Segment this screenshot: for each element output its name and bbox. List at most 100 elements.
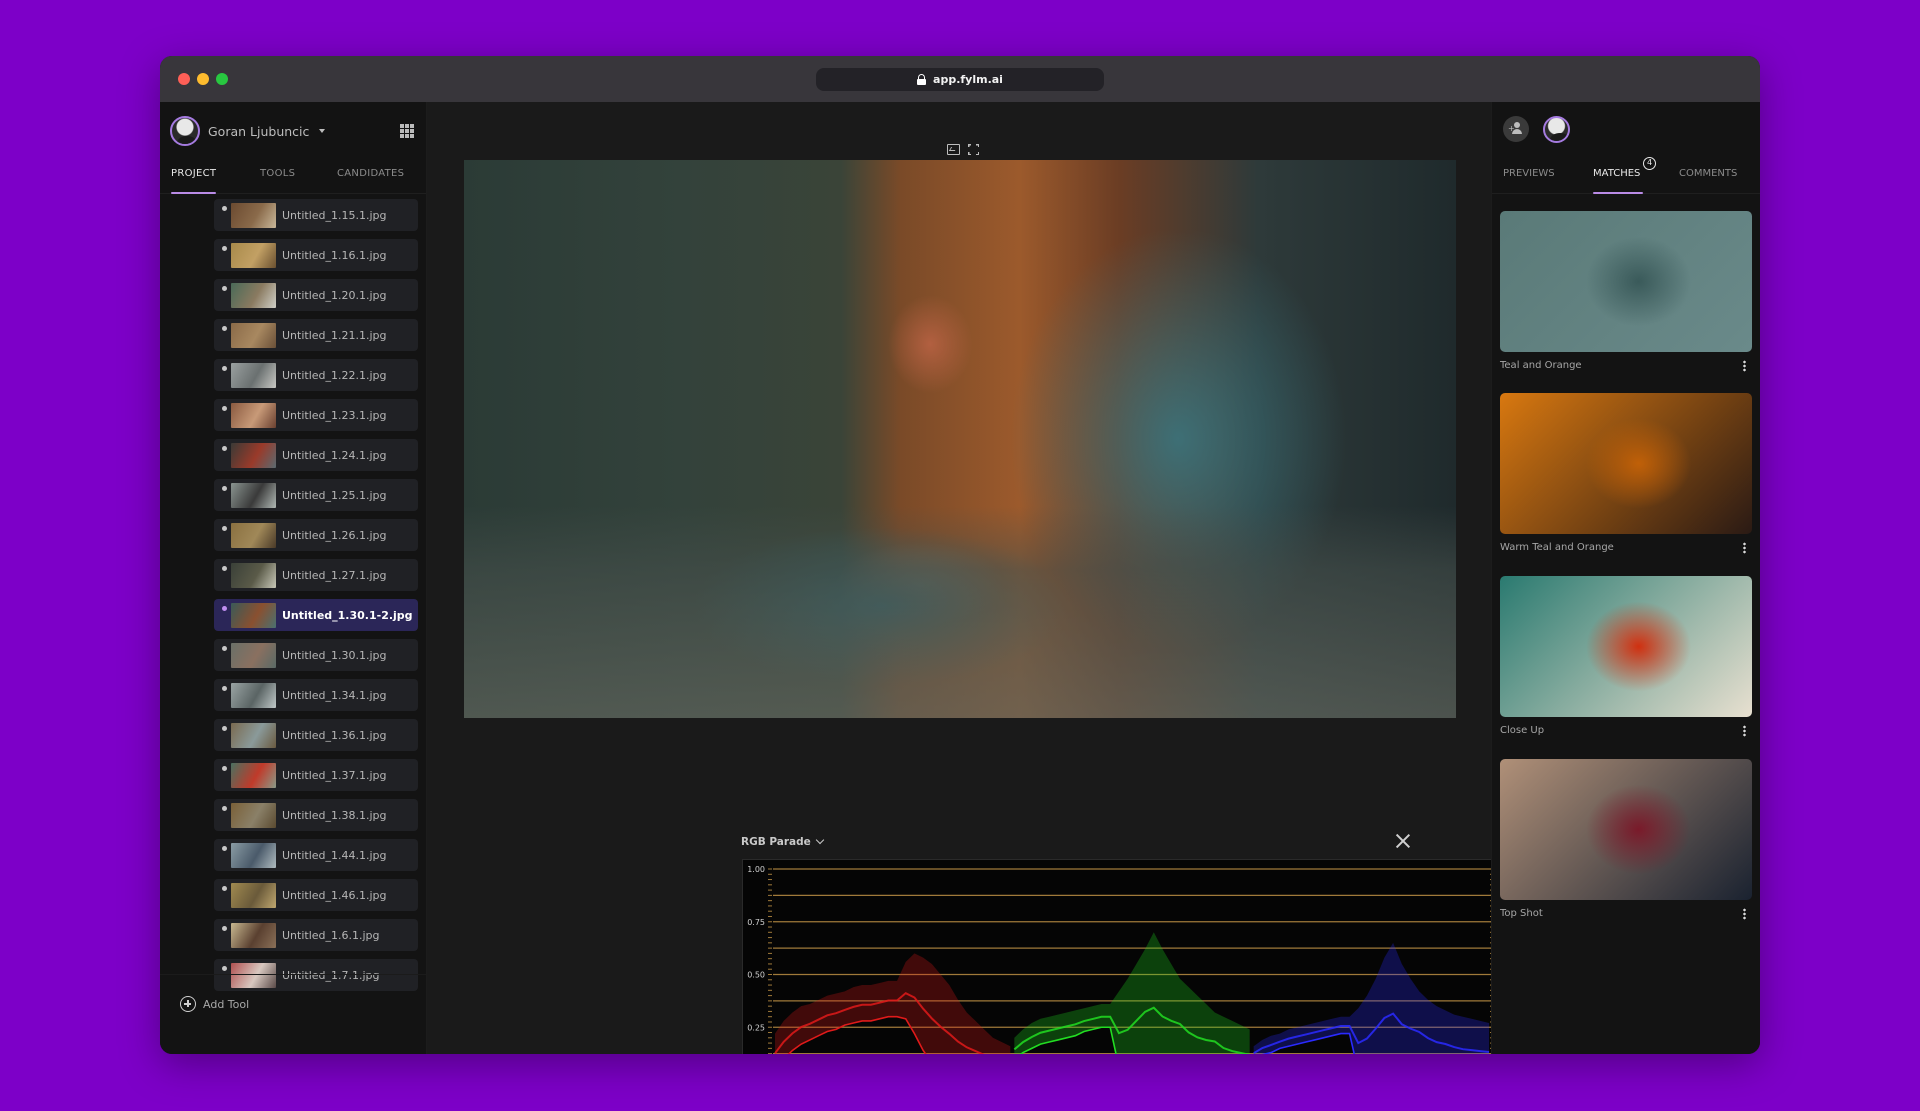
match-meta: Top Shot: [1500, 900, 1752, 926]
tab-matches[interactable]: MATCHES 4: [1593, 157, 1656, 194]
status-dot-icon: [222, 486, 227, 491]
file-thumbnail: [231, 723, 276, 748]
file-name: Untitled_1.46.1.jpg: [282, 888, 387, 902]
match-label: Warm Teal and Orange: [1500, 542, 1614, 553]
more-options-icon[interactable]: [1743, 360, 1746, 372]
user-name: Goran Ljubuncic: [208, 123, 310, 139]
match-meta: Close Up: [1500, 717, 1752, 743]
file-list-item[interactable]: Untitled_1.15.1.jpg: [214, 199, 418, 231]
add-tool-button[interactable]: Add Tool: [180, 996, 249, 1012]
rgb-parade-graph: 1.000.750.500.250.00: [747, 865, 1494, 1054]
file-list-item[interactable]: Untitled_1.22.1.jpg: [214, 359, 418, 391]
file-list-item[interactable]: Untitled_1.46.1.jpg: [214, 879, 418, 911]
match-card: Top Shot: [1500, 759, 1752, 926]
fit-to-screen-icon[interactable]: [947, 144, 960, 155]
status-dot-icon: [222, 446, 227, 451]
collaborator-avatar[interactable]: [1543, 116, 1570, 143]
file-thumbnail: [231, 403, 276, 428]
file-thumbnail: [231, 803, 276, 828]
status-dot-icon: [222, 966, 227, 971]
tab-previews[interactable]: PREVIEWS: [1503, 164, 1555, 194]
status-dot-icon: [222, 326, 227, 331]
more-options-icon[interactable]: [1743, 542, 1746, 554]
file-list-item[interactable]: Untitled_1.23.1.jpg: [214, 399, 418, 431]
add-user-button[interactable]: +: [1503, 116, 1529, 142]
file-list-item[interactable]: Untitled_1.37.1.jpg: [214, 759, 418, 791]
file-list[interactable]: Untitled_1.15.1.jpg Untitled_1.16.1.jpg Un…: [214, 199, 418, 995]
file-name: Untitled_1.30.1.jpg: [282, 648, 387, 662]
scope-selector[interactable]: RGB Parade: [741, 835, 825, 848]
user-menu[interactable]: Goran Ljubuncic: [170, 116, 326, 146]
file-name: Untitled_1.30.1-2.jpg: [282, 608, 413, 622]
sidebar-tabs: PROJECT TOOLS CANDIDATES: [160, 164, 426, 194]
file-thumbnail: [231, 203, 276, 228]
file-name: Untitled_1.25.1.jpg: [282, 488, 387, 502]
file-thumbnail: [231, 923, 276, 948]
rgb-parade-scope: 1.00 0.75 0.50 0.25 0.00: [742, 859, 1498, 1054]
file-list-item[interactable]: Untitled_1.16.1.jpg: [214, 239, 418, 271]
status-dot-icon: [222, 406, 227, 411]
lock-icon: [917, 74, 927, 85]
close-window-button[interactable]: [178, 73, 190, 85]
maximize-window-button[interactable]: [216, 73, 228, 85]
left-sidebar: Goran Ljubuncic PROJECT TOOLS CANDIDATES…: [160, 102, 427, 1054]
file-thumbnail: [231, 563, 276, 588]
file-thumbnail: [231, 643, 276, 668]
file-list-item[interactable]: Untitled_1.27.1.jpg: [214, 559, 418, 591]
add-user-icon: +: [1508, 124, 1515, 133]
status-dot-icon: [222, 806, 227, 811]
file-name: Untitled_1.16.1.jpg: [282, 248, 387, 262]
file-list-item[interactable]: Untitled_1.36.1.jpg: [214, 719, 418, 751]
file-thumbnail: [231, 843, 276, 868]
file-list-item[interactable]: Untitled_1.44.1.jpg: [214, 839, 418, 871]
tab-project[interactable]: PROJECT: [171, 164, 216, 194]
status-dot-icon: [222, 566, 227, 571]
status-dot-icon: [222, 886, 227, 891]
file-list-item[interactable]: Untitled_1.30.1.jpg: [214, 639, 418, 671]
status-dot-icon: [222, 606, 227, 611]
file-list-item[interactable]: Untitled_1.21.1.jpg: [214, 319, 418, 351]
main-image[interactable]: [464, 160, 1456, 718]
file-list-item[interactable]: Untitled_1.24.1.jpg: [214, 439, 418, 471]
file-list-item[interactable]: Untitled_1.20.1.jpg: [214, 279, 418, 311]
file-thumbnail: [231, 963, 276, 988]
tab-tools[interactable]: TOOLS: [260, 164, 295, 194]
match-label: Top Shot: [1500, 908, 1543, 919]
y-tick-label: 0.50: [747, 971, 765, 980]
address-bar[interactable]: app.fylm.ai: [816, 68, 1104, 91]
file-name: Untitled_1.26.1.jpg: [282, 528, 387, 542]
match-meta: Teal and Orange: [1500, 352, 1752, 378]
file-name: Untitled_1.36.1.jpg: [282, 728, 387, 742]
file-list-item[interactable]: Untitled_1.30.1-2.jpg: [214, 599, 418, 631]
file-list-item[interactable]: Untitled_1.38.1.jpg: [214, 799, 418, 831]
plus-circle-icon: [180, 996, 196, 1012]
add-tool-label: Add Tool: [203, 997, 250, 1011]
apps-grid-icon[interactable]: [400, 124, 414, 138]
file-list-item[interactable]: Untitled_1.25.1.jpg: [214, 479, 418, 511]
file-name: Untitled_1.22.1.jpg: [282, 368, 387, 382]
match-thumbnail[interactable]: [1500, 393, 1752, 534]
fullscreen-icon[interactable]: [968, 144, 979, 155]
file-list-item[interactable]: Untitled_1.34.1.jpg: [214, 679, 418, 711]
file-name: Untitled_1.37.1.jpg: [282, 768, 387, 782]
file-list-item[interactable]: Untitled_1.6.1.jpg: [214, 919, 418, 951]
match-thumbnail[interactable]: [1500, 576, 1752, 717]
file-name: Untitled_1.6.1.jpg: [282, 928, 380, 942]
status-dot-icon: [222, 366, 227, 371]
blue-channel-area: [1253, 942, 1489, 1054]
match-thumbnail[interactable]: [1500, 211, 1752, 352]
file-list-item[interactable]: Untitled_1.26.1.jpg: [214, 519, 418, 551]
match-card: Teal and Orange: [1500, 211, 1752, 378]
file-name: Untitled_1.23.1.jpg: [282, 408, 387, 422]
more-options-icon[interactable]: [1743, 908, 1746, 920]
status-dot-icon: [222, 726, 227, 731]
tab-comments[interactable]: COMMENTS: [1679, 164, 1737, 194]
file-name: Untitled_1.7.1.jpg: [282, 968, 380, 982]
close-scope-button[interactable]: [1395, 833, 1411, 849]
tab-candidates[interactable]: CANDIDATES: [337, 164, 404, 194]
more-options-icon[interactable]: [1743, 725, 1746, 737]
minimize-window-button[interactable]: [197, 73, 209, 85]
file-list-item[interactable]: Untitled_1.7.1.jpg: [214, 959, 418, 991]
match-thumbnail[interactable]: [1500, 759, 1752, 900]
status-dot-icon: [222, 526, 227, 531]
